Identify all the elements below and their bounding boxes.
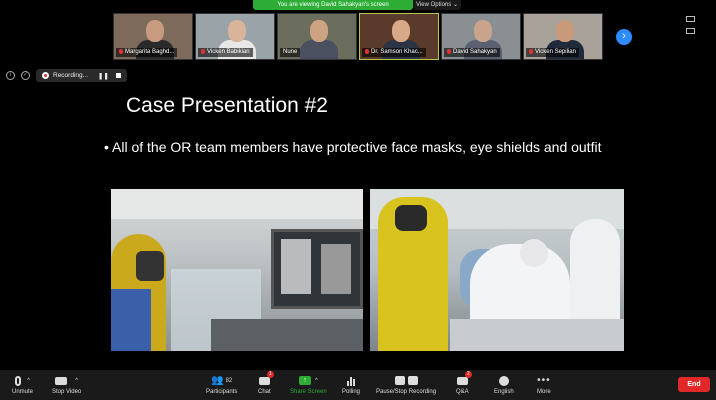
more-label: More <box>537 389 551 395</box>
chat-button[interactable]: 1 Chat <box>258 371 274 395</box>
more-button[interactable]: ••• More <box>537 374 551 395</box>
participant-name-text: Nune <box>283 49 298 55</box>
bar-chart-icon <box>347 376 355 386</box>
polling-button[interactable]: Polling <box>342 374 360 395</box>
stop-recording-icon[interactable] <box>115 73 121 78</box>
language-interpretation-button[interactable]: English <box>494 374 514 395</box>
participant-face <box>474 20 492 42</box>
participant-torso <box>300 40 338 59</box>
participant-name-text: David Sahakyan <box>453 49 497 55</box>
share-screen-icon: ↑ <box>298 376 311 385</box>
participant-name-text: Vicken Sepilian <box>535 49 576 55</box>
recording-dot-icon <box>42 72 49 79</box>
stop-video-label: Stop Video <box>52 389 82 395</box>
pause-icon <box>394 376 405 385</box>
language-label: English <box>494 389 514 395</box>
participant-tile[interactable]: Nune <box>277 13 357 60</box>
share-screen-button[interactable]: ↑ ^ Share Screen <box>290 374 327 395</box>
qa-label: Q&A <box>456 389 469 395</box>
participants-button[interactable]: 👥 82 Participants <box>206 374 237 395</box>
participants-icon: 👥 <box>211 375 224 386</box>
end-meeting-button[interactable]: End <box>678 377 710 392</box>
view-options-button[interactable]: View Options ⌄ <box>413 0 461 10</box>
muted-mic-icon <box>201 49 205 54</box>
qa-button[interactable]: 2 Q&A <box>456 371 472 395</box>
stop-video-button[interactable]: ^ Stop Video <box>52 374 81 395</box>
chat-badge: 1 <box>266 371 274 378</box>
participant-name: Vicken Sepilian <box>526 48 579 57</box>
operating-room-photo-right <box>370 189 624 351</box>
slide-bullet: • All of the OR team members have protec… <box>104 139 602 155</box>
participant-tile[interactable]: Dr. Samson Khac... <box>359 13 439 60</box>
participant-tile[interactable]: Margarita Baghd... <box>113 13 193 60</box>
pause-stop-recording-button[interactable]: Pause/Stop Recording <box>376 374 436 395</box>
participants-count: 82 <box>225 377 233 384</box>
view-options-label: View Options <box>416 2 452 8</box>
layout-toggle-icon[interactable] <box>686 28 695 34</box>
meeting-toolbar: ^ Unmute ^ Stop Video 👥 82 Participants 1… <box>0 370 716 400</box>
view-toggle-icon[interactable] <box>686 16 695 22</box>
caret-up-icon[interactable]: ^ <box>27 378 30 384</box>
screen-share-banner: You are viewing David Sahakyan's screen <box>253 0 413 10</box>
muted-mic-icon <box>365 49 369 54</box>
globe-icon <box>498 375 509 386</box>
muted-mic-icon <box>529 49 533 54</box>
slide-title: Case Presentation #2 <box>126 94 328 117</box>
recording-controls-label: Pause/Stop Recording <box>376 389 437 395</box>
participants-label: Participants <box>206 389 238 395</box>
participant-name: Nune <box>280 48 301 57</box>
video-camera-icon <box>55 376 68 385</box>
security-shield-icon[interactable]: ✓ <box>21 71 30 80</box>
gallery-view-controls <box>686 16 708 40</box>
participant-name-text: Vicken Babikian <box>207 49 250 55</box>
participant-name: Vicken Babikian <box>198 48 253 57</box>
microphone-muted-icon <box>15 375 22 386</box>
participant-tile[interactable]: Vicken Babikian <box>195 13 275 60</box>
stop-icon <box>407 376 418 385</box>
recording-indicator: Recording... ❚❚ <box>36 69 127 82</box>
participant-face <box>310 20 328 42</box>
participant-name-text: Dr. Samson Khac... <box>371 49 423 55</box>
chat-label: Chat <box>258 389 271 395</box>
participant-face <box>228 20 246 42</box>
unmute-button[interactable]: ^ Unmute <box>12 374 33 395</box>
recording-status-bar: i ✓ Recording... ❚❚ <box>6 69 127 82</box>
participant-face <box>146 20 164 42</box>
pause-recording-icon[interactable]: ❚❚ <box>98 72 109 80</box>
participant-name: Margarita Baghd... <box>116 48 178 57</box>
share-screen-label: Share Screen <box>290 389 327 395</box>
qa-badge: 2 <box>464 371 472 378</box>
more-dots-icon: ••• <box>537 375 551 386</box>
unmute-label: Unmute <box>12 389 34 395</box>
caret-up-icon[interactable]: ^ <box>315 378 318 384</box>
operating-room-photo-left <box>111 189 363 351</box>
next-page-button[interactable]: › <box>616 29 632 45</box>
participant-face <box>556 20 574 42</box>
muted-mic-icon <box>119 49 123 54</box>
chevron-down-icon: ⌄ <box>452 2 458 8</box>
participant-name: Dr. Samson Khac... <box>362 48 426 57</box>
polling-label: Polling <box>342 389 361 395</box>
caret-up-icon[interactable]: ^ <box>75 378 78 384</box>
participant-tile[interactable]: David Sahakyan <box>441 13 521 60</box>
participant-name: David Sahakyan <box>444 48 500 57</box>
chevron-right-icon: › <box>622 30 626 42</box>
recording-label: Recording... <box>53 72 89 79</box>
participant-gallery: Margarita Baghd... Vicken Babikian Nune Dr.… <box>113 13 603 60</box>
info-icon[interactable]: i <box>6 71 15 80</box>
muted-mic-icon <box>447 49 451 54</box>
participant-tile[interactable]: Vicken Sepilian <box>523 13 603 60</box>
participant-name-text: Margarita Baghd... <box>125 49 175 55</box>
participant-face <box>392 20 410 42</box>
